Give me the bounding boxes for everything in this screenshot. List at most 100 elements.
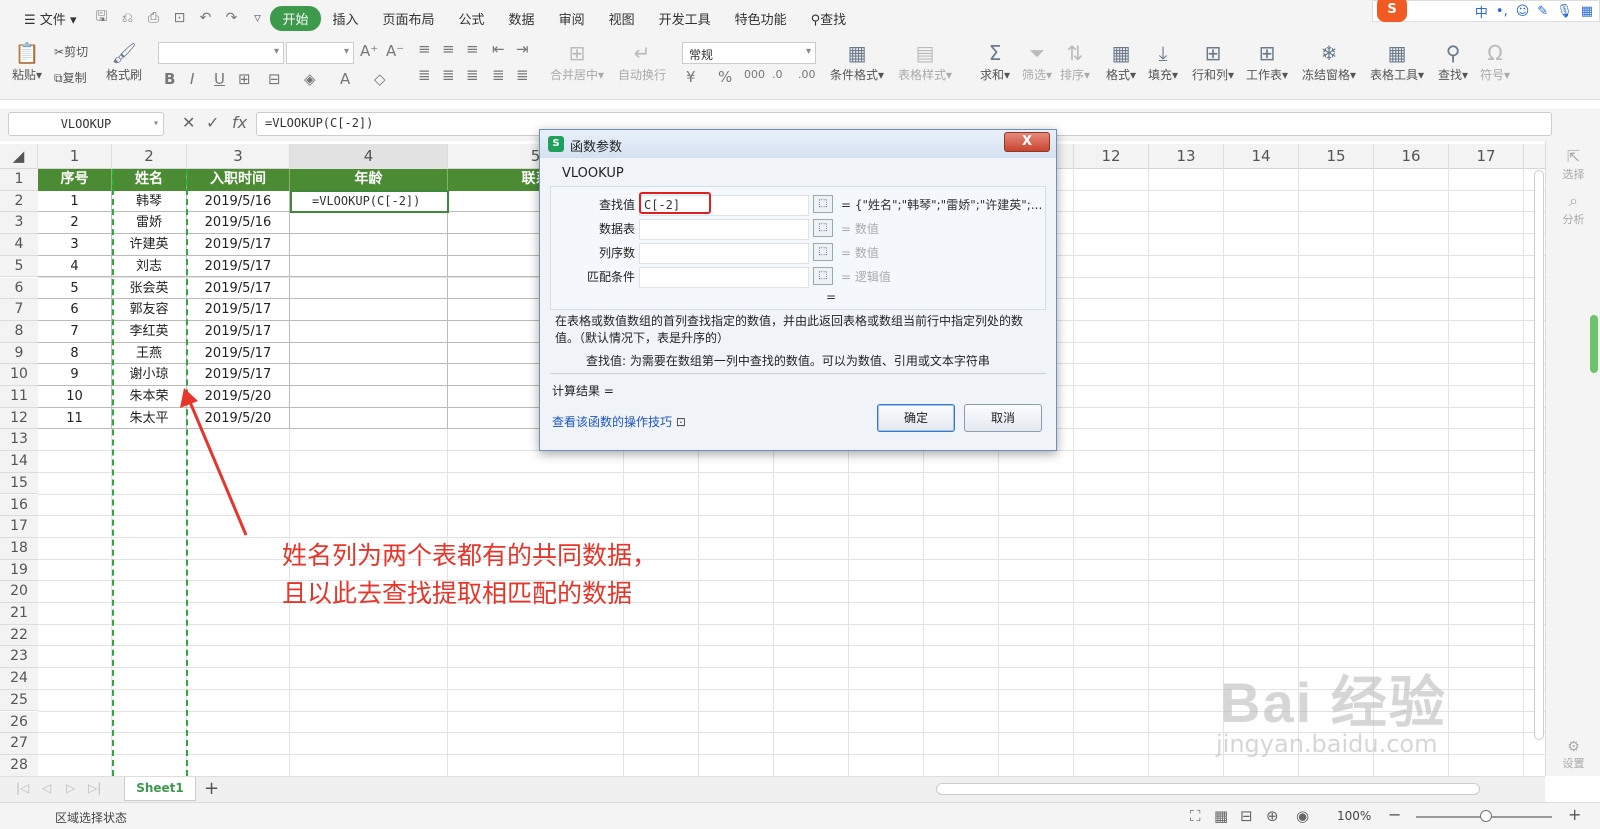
row-header[interactable]: 12 [0,407,38,430]
row-header[interactable]: 19 [0,559,38,582]
justify-icon[interactable]: ≣ [492,66,505,84]
table-cell[interactable]: 刘志 [112,255,187,278]
zoom-level[interactable]: 100% [1337,809,1371,823]
page-break-view-icon[interactable]: ⊟ [1240,807,1253,825]
tab-data[interactable]: 数据 [497,9,547,28]
table-cell[interactable] [290,320,448,343]
table-cell[interactable]: 2019/5/17 [187,320,290,343]
row-header[interactable]: 1 [0,169,38,191]
sheet-nav-last-icon[interactable]: ▷| [88,781,101,795]
align-right-icon[interactable]: ≣ [466,66,479,84]
add-sheet-icon[interactable]: + [204,778,219,799]
active-cell[interactable]: =VLOOKUP(C[-2]) [290,190,449,213]
number-format-select[interactable]: 常规 [682,42,816,64]
table-cell[interactable]: 2019/5/17 [187,277,290,300]
percent-icon[interactable]: % [718,68,732,86]
insert-function-icon[interactable]: fx [232,113,247,132]
table-cell[interactable]: 2019/5/16 [187,190,290,213]
row-header[interactable]: 21 [0,603,38,625]
filter-button[interactable]: ⏷ 筛选▾ [1022,40,1052,83]
sheet-nav-next-icon[interactable]: ▷ [66,781,75,795]
wrap-text-button[interactable]: ↵ 自动换行 [618,40,666,83]
table-cell[interactable]: 2019/5/17 [187,299,290,321]
border-icon[interactable]: ⊞ [238,70,251,88]
font-shrink-icon[interactable]: A⁻ [386,42,404,60]
tab-page-layout[interactable]: 页面布局 [371,9,447,28]
align-top-icon[interactable]: ≡ [418,40,431,58]
table-cell[interactable]: 王燕 [112,342,187,365]
erase-format-icon[interactable]: ⊟ [268,70,281,88]
row-header[interactable]: 10 [0,364,38,386]
row-header[interactable]: 23 [0,646,38,669]
zoom-in-icon[interactable]: + [1568,805,1581,824]
customize-icon[interactable]: ▿ [244,10,270,26]
tab-developer[interactable]: 开发工具 [647,9,723,28]
sheet-tab[interactable]: Sheet1 [124,777,196,801]
table-cell[interactable] [290,277,448,300]
freeze-panes-button[interactable]: ❄ 冻结窗格▾ [1302,40,1356,83]
fill-color-icon[interactable]: ◈ [304,70,316,88]
fullscreen-icon[interactable]: ⛶ [1190,807,1201,825]
table-cell[interactable]: 2019/5/17 [187,364,290,386]
row-header[interactable]: 20 [0,581,38,603]
row-header[interactable]: 6 [0,277,38,300]
select-tool[interactable]: ⇱ 选择 [1546,147,1600,182]
horizontal-scrollbar[interactable] [936,783,1480,795]
row-header[interactable]: 27 [0,733,38,755]
dialog-title-bar[interactable]: S 函数参数 X [540,130,1056,158]
table-cell[interactable]: 雷娇 [112,212,187,235]
table-cell[interactable]: 朱太平 [112,407,187,430]
table-cell[interactable]: 2019/5/20 [187,386,290,408]
zoom-out-icon[interactable]: − [1388,805,1401,824]
font-grow-icon[interactable]: A⁺ [360,42,378,60]
col-index-input[interactable] [639,243,809,264]
row-header[interactable]: 26 [0,711,38,734]
row-header[interactable]: 11 [0,386,38,408]
save-icon[interactable]: 🖫 [88,6,114,30]
table-cell[interactable]: 11 [38,407,112,430]
table-cell[interactable]: 5 [38,277,112,300]
table-array-input[interactable] [639,219,809,240]
worksheet-button[interactable]: ⊞ 工作表▾ [1246,40,1288,83]
ime-lang[interactable]: 中 [1475,2,1488,21]
decimal-decrease-icon[interactable]: .00 [798,68,816,81]
page-layout-view-icon[interactable]: ⊕ [1266,807,1279,825]
table-cell[interactable]: 张会英 [112,277,187,300]
align-middle-icon[interactable]: ≡ [442,40,455,58]
table-cell[interactable]: 7 [38,320,112,343]
align-left-icon[interactable]: ≣ [418,66,431,84]
zoom-slider-thumb[interactable] [1480,810,1492,822]
align-center-icon[interactable]: ≣ [442,66,455,84]
font-name-select[interactable] [158,42,284,64]
indent-decrease-icon[interactable]: ⇤ [492,40,505,58]
row-header[interactable]: 16 [0,494,38,517]
symbol-button[interactable]: Ω 符号▾ [1480,40,1510,83]
eye-protection-icon[interactable]: ◉ [1296,807,1309,825]
font-size-select[interactable] [286,42,354,64]
header-cell[interactable]: 入职时间 [187,169,290,191]
row-header[interactable]: 5 [0,255,38,278]
collapse-dialog-icon[interactable]: ⬚ [813,243,833,261]
table-cell[interactable]: 2019/5/17 [187,255,290,278]
sogou-logo-icon[interactable]: S [1377,0,1407,22]
sheet-nav-prev-icon[interactable]: ◁ [42,781,51,795]
row-header[interactable]: 2 [0,190,38,213]
row-header[interactable]: 9 [0,342,38,365]
sum-button[interactable]: Σ 求和▾ [980,40,1010,83]
table-cell[interactable] [290,407,448,430]
row-header[interactable]: 4 [0,234,38,256]
row-header[interactable]: 7 [0,299,38,321]
table-cell[interactable]: 韩琴 [112,190,187,213]
collapse-dialog-icon[interactable]: ⬚ [813,267,833,285]
redo-icon[interactable]: ↷ [218,10,244,26]
settings-tool[interactable]: ⚙ 设置 [1546,739,1600,771]
paste-button[interactable]: 📋 粘贴▾ [12,40,42,83]
conditional-format-button[interactable]: ▦ 条件格式▾ [830,40,884,83]
table-cell[interactable] [290,386,448,408]
table-cell[interactable] [290,342,448,365]
find-button[interactable]: ⚲ 查找▾ [1438,40,1468,83]
cut-quick-icon[interactable]: ⎌ [114,10,140,26]
table-cell[interactable]: 郭友容 [112,299,187,321]
dialog-close-button[interactable]: X [1004,132,1050,152]
table-cell[interactable] [290,234,448,256]
